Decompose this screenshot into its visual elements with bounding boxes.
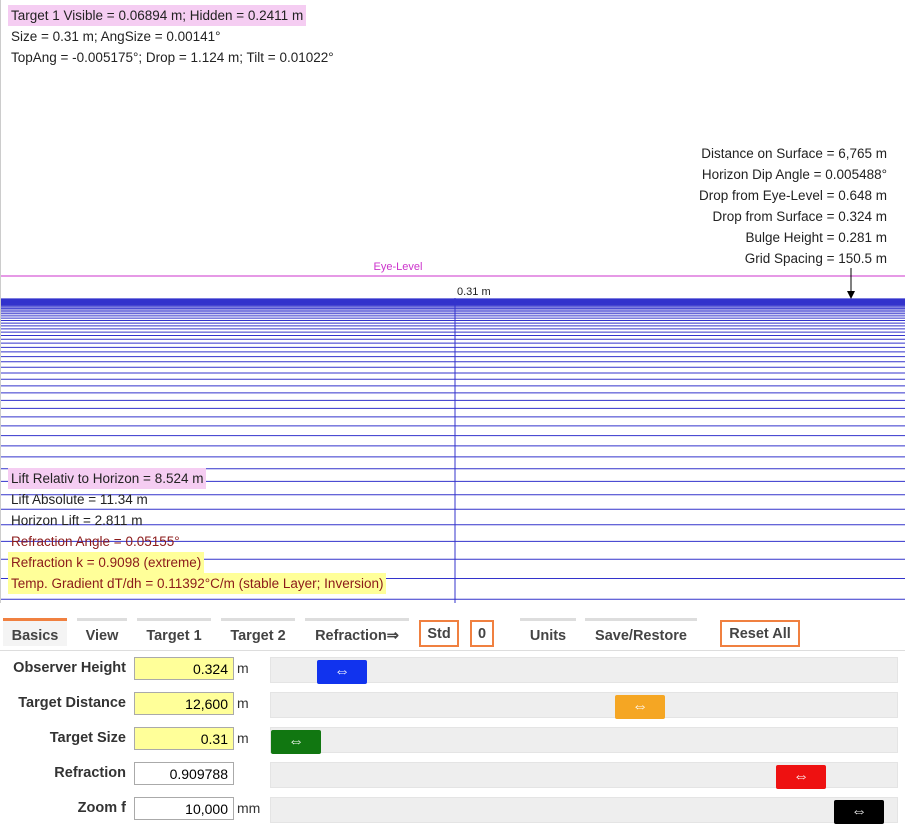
temp-gradient-text: Temp. Gradient dT/dh = 0.11392°C/m (stab… — [8, 573, 387, 594]
refraction-k-text: Refraction k = 0.9098 (extreme) — [8, 552, 205, 573]
tab-view[interactable]: View — [77, 618, 127, 646]
simulation-canvas[interactable]: Eye-Level 0.31 m Target 1 Visible = 0.06… — [0, 0, 905, 603]
observer-height-label: Observer Height — [13, 660, 126, 676]
refraction-row: Refraction ⇔ — [0, 758, 905, 789]
zoom-label: Zoom f — [77, 800, 126, 816]
zoom-knob[interactable]: ⇔ — [834, 800, 884, 824]
distance-on-surface-text: Distance on Surface = 6,765 m — [701, 146, 887, 161]
observer-height-knob[interactable]: ⇔ — [317, 660, 367, 684]
drop-eye-level-text: Drop from Eye-Level = 0.648 m — [699, 188, 887, 203]
target-size-text: Size = 0.31 m; AngSize = 0.00141° — [11, 29, 221, 44]
target-size-unit: m — [237, 730, 249, 746]
bulge-height-text: Bulge Height = 0.281 m — [745, 230, 887, 245]
zoom-unit: mm — [237, 800, 261, 816]
horizon-lift-text: Horizon Lift = 2.811 m — [11, 513, 143, 528]
target-size-row: Target Size m ⇔ — [0, 723, 905, 754]
target-distance-row: Target Distance m ⇔ — [0, 688, 905, 719]
refraction-knob[interactable]: ⇔ — [776, 765, 826, 789]
std-button[interactable]: Std — [419, 620, 459, 647]
target-distance-slider[interactable]: ⇔ — [270, 692, 898, 719]
observer-height-row: Observer Height m ⇔ — [0, 653, 905, 684]
lift-absolute-text: Lift Absolute = 11.34 m — [11, 492, 148, 507]
target-visible-text: Target 1 Visible = 0.06894 m; Hidden = 0… — [8, 5, 307, 26]
zero-button[interactable]: 0 — [470, 620, 494, 647]
observer-height-input[interactable] — [134, 657, 234, 680]
zoom-slider[interactable]: ⇔ — [270, 797, 898, 824]
refraction-input[interactable] — [134, 762, 234, 785]
target-size-slider[interactable]: ⇔ — [270, 727, 898, 754]
target-size-knob[interactable]: ⇔ — [271, 730, 321, 754]
horizon-dip-text: Horizon Dip Angle = 0.005488° — [701, 167, 887, 182]
observer-height-slider[interactable]: ⇔ — [270, 657, 898, 684]
tab-refraction[interactable]: Refraction⇒ — [305, 618, 409, 646]
tab-save-restore[interactable]: Save/Restore — [585, 618, 697, 646]
target-distance-unit: m — [237, 695, 249, 711]
eye-level-label: Eye-Level — [374, 261, 423, 273]
refraction-slider[interactable]: ⇔ — [270, 762, 898, 789]
target-distance-input[interactable] — [134, 692, 234, 715]
tab-target-2[interactable]: Target 2 — [221, 618, 295, 646]
target-angle-text: TopAng = -0.005175°; Drop = 1.124 m; Til… — [11, 50, 334, 65]
target-size-input[interactable] — [134, 727, 234, 750]
tab-target-1[interactable]: Target 1 — [137, 618, 211, 646]
tab-basics[interactable]: Basics — [3, 618, 67, 646]
reset-all-button[interactable]: Reset All — [720, 620, 800, 647]
lift-relative-text: Lift Relativ to Horizon = 8.524 m — [8, 468, 207, 489]
drop-surface-text: Drop from Surface = 0.324 m — [712, 209, 887, 224]
target-size-label: 0.31 m — [457, 286, 491, 298]
zoom-row: Zoom f mm ⇔ — [0, 793, 905, 824]
bulge-arrow-head — [847, 291, 855, 299]
grid-spacing-text: Grid Spacing = 150.5 m — [744, 251, 887, 266]
tab-bar: Basics View Target 1 Target 2 Refraction… — [0, 618, 905, 650]
target-distance-label: Target Distance — [18, 695, 126, 711]
refraction-label: Refraction — [54, 765, 126, 781]
tab-units[interactable]: Units — [520, 618, 576, 646]
target-size-label: Target Size — [49, 730, 126, 746]
observer-height-unit: m — [237, 660, 249, 676]
zoom-input[interactable] — [134, 797, 234, 820]
target-distance-knob[interactable]: ⇔ — [615, 695, 665, 719]
tab-divider — [0, 650, 905, 651]
refraction-angle-text: Refraction Angle = 0.05155° — [11, 534, 180, 549]
